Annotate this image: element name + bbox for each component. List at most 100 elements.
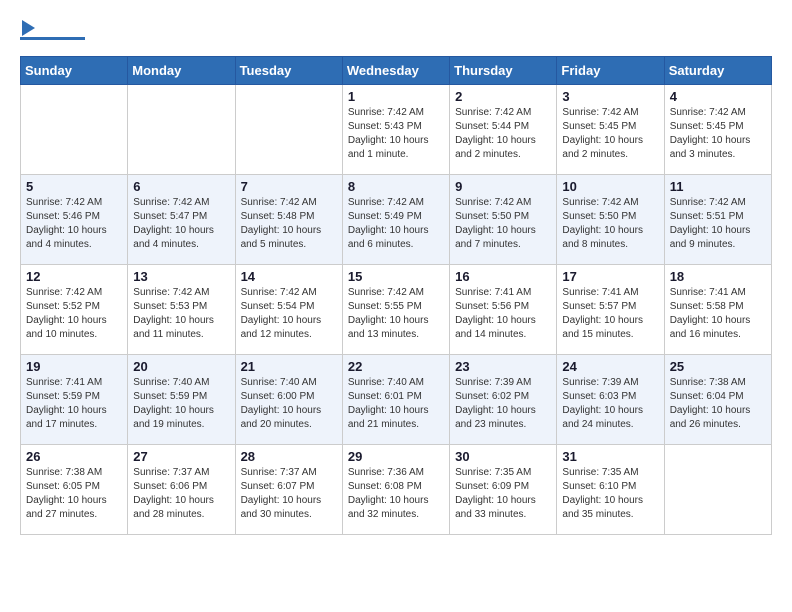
cell-content: Sunrise: 7:42 AMSunset: 5:48 PMDaylight:…	[241, 196, 337, 252]
day-number: 20	[133, 359, 229, 374]
col-header-wednesday: Wednesday	[342, 57, 449, 85]
calendar-cell: 20 Sunrise: 7:40 AMSunset: 5:59 PMDayligh…	[128, 355, 235, 445]
day-number: 23	[455, 359, 551, 374]
logo	[20, 20, 85, 40]
calendar-week-3: 12 Sunrise: 7:42 AMSunset: 5:52 PMDayligh…	[21, 265, 772, 355]
calendar-cell: 12 Sunrise: 7:42 AMSunset: 5:52 PMDayligh…	[21, 265, 128, 355]
cell-content: Sunrise: 7:38 AMSunset: 6:04 PMDaylight:…	[670, 376, 766, 432]
calendar-cell: 15 Sunrise: 7:42 AMSunset: 5:55 PMDayligh…	[342, 265, 449, 355]
cell-content: Sunrise: 7:36 AMSunset: 6:08 PMDaylight:…	[348, 466, 444, 522]
calendar-cell: 26 Sunrise: 7:38 AMSunset: 6:05 PMDayligh…	[21, 445, 128, 535]
cell-content: Sunrise: 7:42 AMSunset: 5:54 PMDaylight:…	[241, 286, 337, 342]
calendar-cell: 3Sunrise: 7:42 AMSunset: 5:45 PMDaylight…	[557, 85, 664, 175]
cell-content: Sunrise: 7:38 AMSunset: 6:05 PMDaylight:…	[26, 466, 122, 522]
cell-content: Sunrise: 7:42 AMSunset: 5:44 PMDaylight:…	[455, 106, 551, 162]
logo-arrow-icon	[22, 20, 35, 36]
day-number: 12	[26, 269, 122, 284]
day-number: 7	[241, 179, 337, 194]
cell-content: Sunrise: 7:42 AMSunset: 5:55 PMDaylight:…	[348, 286, 444, 342]
cell-content: Sunrise: 7:39 AMSunset: 6:02 PMDaylight:…	[455, 376, 551, 432]
day-number: 15	[348, 269, 444, 284]
day-number: 29	[348, 449, 444, 464]
cell-content: Sunrise: 7:41 AMSunset: 5:59 PMDaylight:…	[26, 376, 122, 432]
calendar-cell: 17 Sunrise: 7:41 AMSunset: 5:57 PMDayligh…	[557, 265, 664, 355]
calendar-cell: 31Sunrise: 7:35 AMSunset: 6:10 PMDayligh…	[557, 445, 664, 535]
day-number: 4	[670, 89, 766, 104]
cell-content: Sunrise: 7:40 AMSunset: 6:01 PMDaylight:…	[348, 376, 444, 432]
cell-content: Sunrise: 7:42 AMSunset: 5:50 PMDaylight:…	[455, 196, 551, 252]
day-number: 21	[241, 359, 337, 374]
calendar-cell: 10Sunrise: 7:42 AMSunset: 5:50 PMDayligh…	[557, 175, 664, 265]
calendar-week-4: 19 Sunrise: 7:41 AMSunset: 5:59 PMDayligh…	[21, 355, 772, 445]
calendar-cell: 4 Sunrise: 7:42 AMSunset: 5:45 PMDaylight…	[664, 85, 771, 175]
calendar-cell: 1 Sunrise: 7:42 AMSunset: 5:43 PMDaylight…	[342, 85, 449, 175]
calendar-cell: 2 Sunrise: 7:42 AMSunset: 5:44 PMDaylight…	[450, 85, 557, 175]
calendar-week-2: 5 Sunrise: 7:42 AMSunset: 5:46 PMDaylight…	[21, 175, 772, 265]
day-number: 27	[133, 449, 229, 464]
col-header-saturday: Saturday	[664, 57, 771, 85]
calendar-cell: 13 Sunrise: 7:42 AMSunset: 5:53 PMDayligh…	[128, 265, 235, 355]
calendar-cell: 14 Sunrise: 7:42 AMSunset: 5:54 PMDayligh…	[235, 265, 342, 355]
day-number: 17	[562, 269, 658, 284]
day-number: 5	[26, 179, 122, 194]
calendar-header-row: SundayMondayTuesdayWednesdayThursdayFrid…	[21, 57, 772, 85]
cell-content: Sunrise: 7:40 AMSunset: 5:59 PMDaylight:…	[133, 376, 229, 432]
cell-content: Sunrise: 7:37 AMSunset: 6:07 PMDaylight:…	[241, 466, 337, 522]
cell-content: Sunrise: 7:39 AMSunset: 6:03 PMDaylight:…	[562, 376, 658, 432]
day-number: 26	[26, 449, 122, 464]
cell-content: Sunrise: 7:41 AMSunset: 5:56 PMDaylight:…	[455, 286, 551, 342]
day-number: 31	[562, 449, 658, 464]
calendar-cell	[235, 85, 342, 175]
cell-content: Sunrise: 7:42 AMSunset: 5:47 PMDaylight:…	[133, 196, 229, 252]
day-number: 14	[241, 269, 337, 284]
calendar-cell: 7 Sunrise: 7:42 AMSunset: 5:48 PMDaylight…	[235, 175, 342, 265]
cell-content: Sunrise: 7:42 AMSunset: 5:49 PMDaylight:…	[348, 196, 444, 252]
day-number: 8	[348, 179, 444, 194]
calendar-cell: 25Sunrise: 7:38 AMSunset: 6:04 PMDayligh…	[664, 355, 771, 445]
col-header-monday: Monday	[128, 57, 235, 85]
calendar-cell: 29 Sunrise: 7:36 AMSunset: 6:08 PMDayligh…	[342, 445, 449, 535]
day-number: 28	[241, 449, 337, 464]
calendar-cell: 16 Sunrise: 7:41 AMSunset: 5:56 PMDayligh…	[450, 265, 557, 355]
calendar-cell: 30Sunrise: 7:35 AMSunset: 6:09 PMDayligh…	[450, 445, 557, 535]
day-number: 2	[455, 89, 551, 104]
calendar-table: SundayMondayTuesdayWednesdayThursdayFrid…	[20, 56, 772, 535]
day-number: 13	[133, 269, 229, 284]
day-number: 3	[562, 89, 658, 104]
page-header	[20, 20, 772, 40]
cell-content: Sunrise: 7:42 AMSunset: 5:43 PMDaylight:…	[348, 106, 444, 162]
cell-content: Sunrise: 7:40 AMSunset: 6:00 PMDaylight:…	[241, 376, 337, 432]
calendar-cell: 5 Sunrise: 7:42 AMSunset: 5:46 PMDaylight…	[21, 175, 128, 265]
col-header-sunday: Sunday	[21, 57, 128, 85]
calendar-week-1: 1 Sunrise: 7:42 AMSunset: 5:43 PMDaylight…	[21, 85, 772, 175]
logo-brand	[20, 20, 37, 36]
cell-content: Sunrise: 7:42 AMSunset: 5:46 PMDaylight:…	[26, 196, 122, 252]
calendar-cell: 23 Sunrise: 7:39 AMSunset: 6:02 PMDayligh…	[450, 355, 557, 445]
cell-content: Sunrise: 7:42 AMSunset: 5:51 PMDaylight:…	[670, 196, 766, 252]
cell-content: Sunrise: 7:41 AMSunset: 5:57 PMDaylight:…	[562, 286, 658, 342]
day-number: 1	[348, 89, 444, 104]
day-number: 9	[455, 179, 551, 194]
cell-content: Sunrise: 7:42 AMSunset: 5:50 PMDaylight:…	[562, 196, 658, 252]
cell-content: Sunrise: 7:42 AMSunset: 5:52 PMDaylight:…	[26, 286, 122, 342]
day-number: 19	[26, 359, 122, 374]
calendar-cell: 11Sunrise: 7:42 AMSunset: 5:51 PMDayligh…	[664, 175, 771, 265]
calendar-cell: 24Sunrise: 7:39 AMSunset: 6:03 PMDayligh…	[557, 355, 664, 445]
day-number: 16	[455, 269, 551, 284]
calendar-cell: 28 Sunrise: 7:37 AMSunset: 6:07 PMDayligh…	[235, 445, 342, 535]
col-header-tuesday: Tuesday	[235, 57, 342, 85]
day-number: 30	[455, 449, 551, 464]
cell-content: Sunrise: 7:42 AMSunset: 5:53 PMDaylight:…	[133, 286, 229, 342]
calendar-cell: 9 Sunrise: 7:42 AMSunset: 5:50 PMDaylight…	[450, 175, 557, 265]
calendar-cell: 21 Sunrise: 7:40 AMSunset: 6:00 PMDayligh…	[235, 355, 342, 445]
calendar-cell	[664, 445, 771, 535]
col-header-friday: Friday	[557, 57, 664, 85]
day-number: 18	[670, 269, 766, 284]
logo-underline	[20, 37, 85, 40]
cell-content: Sunrise: 7:42 AMSunset: 5:45 PMDaylight:…	[670, 106, 766, 162]
calendar-cell: 27Sunrise: 7:37 AMSunset: 6:06 PMDayligh…	[128, 445, 235, 535]
cell-content: Sunrise: 7:41 AMSunset: 5:58 PMDaylight:…	[670, 286, 766, 342]
day-number: 6	[133, 179, 229, 194]
calendar-cell: 18 Sunrise: 7:41 AMSunset: 5:58 PMDayligh…	[664, 265, 771, 355]
calendar-cell: 19 Sunrise: 7:41 AMSunset: 5:59 PMDayligh…	[21, 355, 128, 445]
